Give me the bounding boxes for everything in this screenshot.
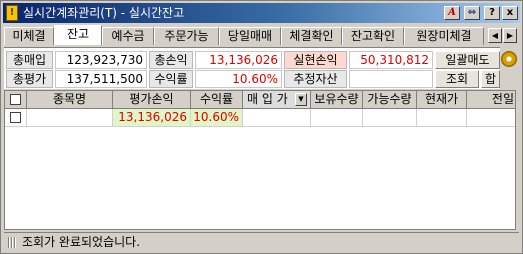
status-bar: 조회가 완료되었습니다. bbox=[4, 232, 519, 251]
row-holding-qty bbox=[311, 109, 363, 127]
table-row-select-cell bbox=[5, 109, 27, 127]
tab-deposit[interactable]: 예수금 bbox=[102, 27, 154, 45]
font-a-button[interactable]: A bbox=[444, 6, 460, 20]
row-buy-price bbox=[243, 109, 311, 127]
close-button[interactable]: x bbox=[502, 6, 518, 20]
tab-bar: 미체결 잔고 예수금 주문가능 당일매매 체결확인 잔고확인 원장미체결 ◀ ▶ bbox=[4, 25, 519, 45]
total-buy-value: 123,923,730 bbox=[55, 51, 147, 69]
tab-orderable[interactable]: 주문가능 bbox=[154, 27, 219, 45]
realized-pl-value: 50,310,812 bbox=[349, 51, 433, 69]
header-buy-price[interactable]: 매 입 가 ▼ bbox=[243, 91, 311, 109]
tab-ledger-unfilled[interactable]: 원장미체결 bbox=[404, 27, 484, 45]
header-prev-day[interactable]: 전일 bbox=[467, 91, 515, 109]
chevron-down-icon[interactable]: ▼ bbox=[295, 93, 307, 106]
estimated-assets-value bbox=[349, 70, 433, 88]
row-current-price bbox=[417, 109, 467, 127]
tab-balance-confirm[interactable]: 잔고확인 bbox=[342, 27, 404, 45]
header-eval-pl[interactable]: 평가손익 bbox=[113, 91, 191, 109]
summary-panel: 총매입 123,923,730 총손익 13,136,026 실현손익 50,3… bbox=[4, 47, 500, 89]
balance-grid: 종목명 평가손익 수익률 매 입 가 ▼ 보유수량 가능수량 현재가 전일 13… bbox=[4, 90, 516, 230]
tab-fill-confirm[interactable]: 체결확인 bbox=[281, 27, 342, 45]
header-holding-qty[interactable]: 보유수량 bbox=[311, 91, 363, 109]
header-stock-name[interactable]: 종목명 bbox=[27, 91, 113, 109]
window-title: 실시간계좌관리(T) - 실시간잔고 bbox=[23, 6, 185, 20]
sell-all-button[interactable]: 일괄매도 bbox=[435, 51, 500, 69]
return-label: 수익률 bbox=[149, 70, 193, 88]
grip-icon[interactable] bbox=[8, 237, 16, 248]
title-bar[interactable]: ! 실시간계좌관리(T) - 실시간잔고 A ⇔ ? x bbox=[3, 3, 520, 23]
account-window: ! 실시간계좌관리(T) - 실시간잔고 A ⇔ ? x 미체결 잔고 예수금 … bbox=[0, 0, 523, 254]
query-button[interactable]: 조회 bbox=[435, 70, 479, 88]
tab-scroll-left-icon[interactable]: ◀ bbox=[488, 28, 502, 43]
sum-button[interactable]: 합 bbox=[481, 70, 500, 88]
total-eval-value: 137,511,500 bbox=[55, 70, 147, 88]
header-return[interactable]: 수익률 bbox=[191, 91, 243, 109]
total-eval-label: 총평가 bbox=[6, 70, 53, 88]
row-available-qty bbox=[363, 109, 417, 127]
document-icon: ! bbox=[6, 5, 18, 21]
settings-gear-icon[interactable] bbox=[501, 51, 517, 67]
estimated-assets-label: 추정자산 bbox=[284, 70, 347, 88]
row-return: 10.60% bbox=[191, 109, 243, 127]
row-eval-pl: 13,136,026 bbox=[113, 109, 191, 127]
header-select bbox=[5, 91, 27, 109]
header-available-qty[interactable]: 가능수량 bbox=[363, 91, 417, 109]
total-buy-label: 총매입 bbox=[6, 51, 53, 69]
header-current-price[interactable]: 현재가 bbox=[417, 91, 467, 109]
return-value: 10.60% bbox=[195, 70, 282, 88]
total-pl-value: 13,136,026 bbox=[195, 51, 282, 69]
total-pl-label: 총손익 bbox=[149, 51, 193, 69]
select-all-checkbox[interactable] bbox=[10, 94, 21, 105]
tab-scroll-right-icon[interactable]: ▶ bbox=[503, 28, 517, 43]
header-buy-price-label: 매 입 가 bbox=[247, 92, 288, 106]
row-checkbox[interactable] bbox=[10, 112, 21, 123]
status-message: 조회가 완료되었습니다. bbox=[22, 235, 141, 249]
tab-daily-trade[interactable]: 당일매매 bbox=[219, 27, 281, 45]
link-button[interactable]: ⇔ bbox=[464, 6, 480, 20]
row-prev-day bbox=[467, 109, 515, 127]
tab-balance[interactable]: 잔고 bbox=[54, 25, 102, 45]
tab-unfilled[interactable]: 미체결 bbox=[4, 27, 54, 45]
realized-pl-label: 실현손익 bbox=[284, 51, 347, 69]
help-button[interactable]: ? bbox=[484, 6, 500, 20]
row-stock-name[interactable] bbox=[27, 109, 113, 127]
